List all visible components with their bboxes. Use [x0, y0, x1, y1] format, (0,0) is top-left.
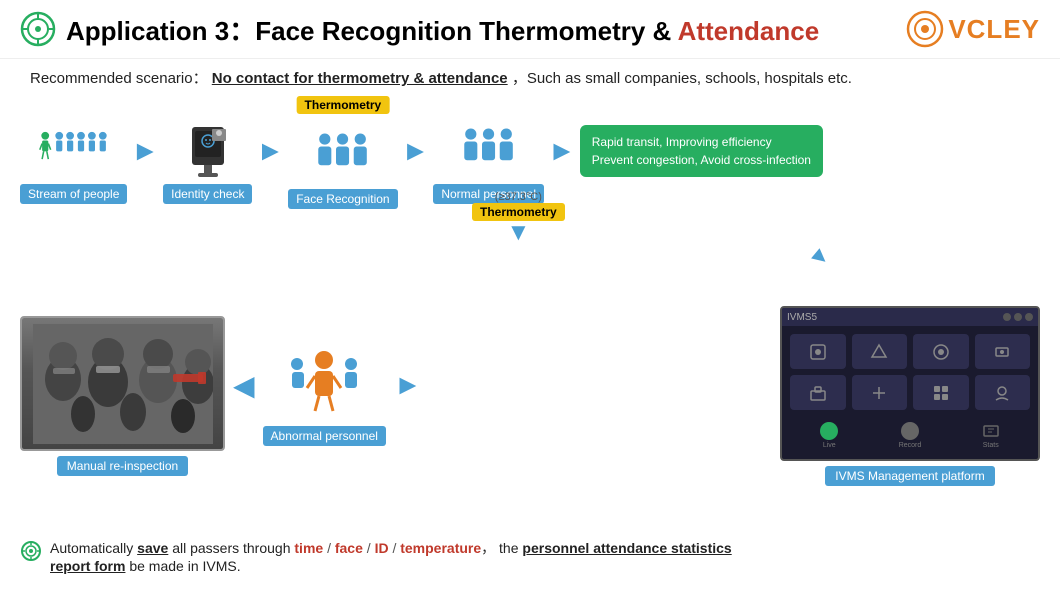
arrow-1: ►: [131, 135, 159, 167]
ivms-bottom-item-2: Record: [899, 422, 922, 449]
compass-icon: [20, 11, 56, 47]
arrow-left-1: ◀: [233, 369, 255, 402]
header: Application 3：Face Recognition Thermomet…: [0, 0, 1060, 59]
bottom-flow-row: Manual re-inspection ◀: [20, 306, 1040, 486]
ivms-cell-2: [852, 334, 908, 369]
arrow-2: ►: [256, 135, 284, 167]
ivms-cell-1: [790, 334, 846, 369]
arrow-4: ►: [548, 135, 576, 167]
scenario-bar: Recommended scenario： No contact for the…: [0, 59, 1060, 96]
ivms-grid: [782, 326, 1038, 418]
crowd-photo-icon: [33, 324, 213, 444]
photo-box: [20, 316, 225, 451]
page-title: Application 3：Face Recognition Thermomet…: [66, 11, 819, 48]
ivms-cell-3: [913, 334, 969, 369]
result-box: Rapid transit, Improving efficiency Prev…: [580, 125, 823, 177]
diagram: Stream of people ►: [0, 96, 1060, 556]
ivms-screen: IVMS5: [780, 306, 1040, 461]
ivms-item: IVMS5: [780, 306, 1040, 486]
thermo-badge-top: Thermometry: [297, 96, 390, 114]
brand-logo: VCLEY: [906, 10, 1040, 48]
arrow-3: ►: [402, 135, 430, 167]
stream-people-icon: [39, 120, 109, 178]
bottom-text-content: Automatically save all passers through t…: [50, 538, 732, 574]
eye-icon: [20, 540, 42, 562]
arrow-diag-down: ►: [804, 240, 837, 274]
arrow-down-1: ▼: [506, 221, 530, 245]
normal-people-icon: [454, 121, 524, 177]
ivms-cell-8: [975, 375, 1031, 410]
ivms-cell-4: [975, 334, 1031, 369]
flow-item-identity: Identity check: [163, 119, 252, 204]
bottom-description: Automatically save all passers through t…: [20, 538, 1040, 574]
vertical-connector: (≥37.3°C) Thermometry ▼: [472, 191, 565, 245]
abnormal-item: Abnormal personnel: [263, 346, 386, 446]
ivms-cell-6: [852, 375, 908, 410]
ivms-cell-7: [913, 375, 969, 410]
face-recog-icon: [308, 126, 378, 182]
ivms-bottom-item-1: Live: [820, 422, 838, 449]
arrow-right-5: ►: [394, 369, 422, 401]
flow-item-face-recog: Thermometry Face Recognition: [288, 114, 397, 209]
ivms-bottom-item-3: Stats: [982, 422, 1000, 449]
abnormal-people-icon: [287, 346, 362, 416]
device-icon: [178, 119, 238, 179]
ivms-bottom-bar: Live Record Stats: [782, 418, 1038, 453]
ivms-cell-5: [790, 375, 846, 410]
ivms-titlebar: IVMS5: [782, 308, 1038, 326]
flow-item-stream: Stream of people: [20, 119, 127, 204]
logo-icon: [906, 10, 944, 48]
manual-inspection-item: Manual re-inspection: [20, 316, 225, 476]
